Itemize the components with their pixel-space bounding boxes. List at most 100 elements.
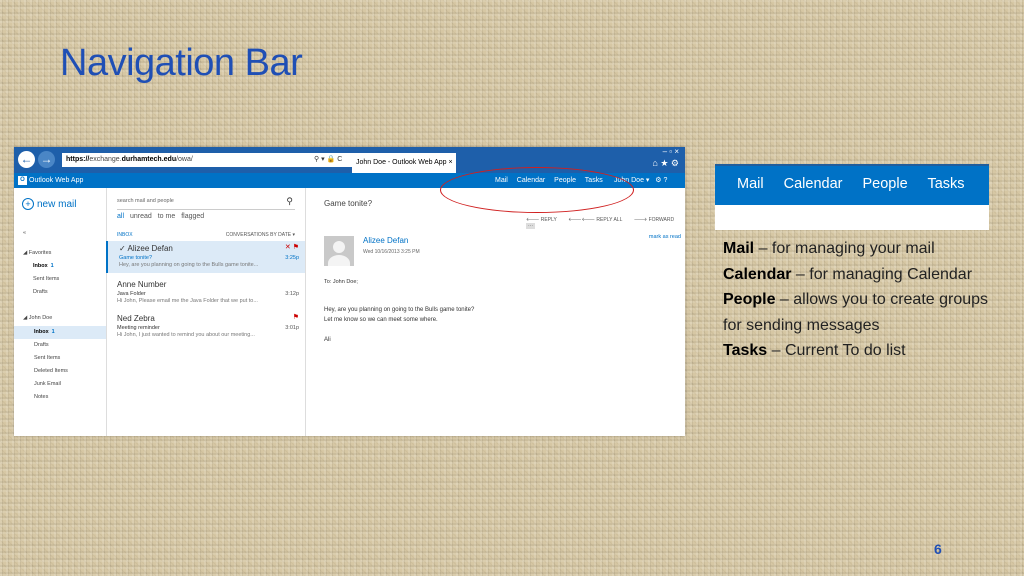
term: Tasks [723,342,768,359]
folder-inbox-favorite[interactable]: Inbox 1 [33,263,54,269]
folder-drafts[interactable]: Drafts [34,342,49,348]
folder-sent-favorite[interactable]: Sent Items [33,276,59,282]
folder-inbox[interactable]: Inbox 1 [14,326,106,339]
definition: – for managing your mail [754,240,935,257]
folder-notes[interactable]: Notes [34,394,48,400]
message-sender: Anne Number [117,280,167,289]
description-calendar: Calendar – for managing Calendar [723,262,991,288]
page-number: 6 [934,541,942,557]
folder-pane: + new mail « ◢ Favorites Inbox 1 Sent Item… [14,188,107,436]
term: People [723,291,776,308]
nav-people[interactable]: People [863,176,908,192]
search-icon[interactable]: ⚲ [286,196,293,207]
close-icon[interactable]: × [449,159,453,166]
forward-button[interactable]: → [38,151,55,168]
message-item[interactable]: ✓ Alizee Defan ✕ ⚑ Game tonite? 3:25p He… [106,241,305,273]
unread-count: 1 [50,263,54,269]
forward-button[interactable]: 🡒 FORWARD [634,217,674,223]
plus-icon: + [22,198,34,210]
app-name: Outlook Web App [29,177,84,184]
folder-label: Inbox [34,329,49,335]
message-subject: Game tonite? [119,255,153,261]
message-body-line: Ali [324,337,331,343]
nav-mail[interactable]: Mail [737,176,764,192]
owa-screenshot: ← → https://exchange.durhamtech.edu/owa/… [14,147,685,436]
message-subject: Meeting reminder [117,325,160,331]
sort-dropdown[interactable]: CONVERSATIONS BY DATE ▾ [226,232,295,238]
mark-as-read-link[interactable]: mark as read [649,234,681,240]
description-tasks: Tasks – Current To do list [723,338,991,364]
flag-icon[interactable]: ⚑ [293,313,299,321]
folder-deleted-items[interactable]: Deleted Items [34,368,68,374]
url-prefix: https:// [66,156,90,163]
filter-flagged[interactable]: flagged [181,213,204,220]
search-input[interactable]: search mail and people ⚲ [117,196,295,210]
message-item[interactable]: Ned Zebra ⚑ Meeting reminder 3:01p Hi Jo… [106,311,305,343]
folder-name: INBOX [117,232,133,238]
reading-date: Wed 10/16/2013 3:25 PM [363,249,420,255]
nav-descriptions: Mail – for managing your mail Calendar –… [723,236,991,364]
search-placeholder: search mail and people [117,198,174,204]
reply-all-button[interactable]: 🡐🡐 REPLY ALL [568,217,622,223]
message-actions: 🡐 REPLY 🡐🡐 REPLY ALL 🡒 FORWARD ··· [526,217,685,229]
nav-bar-border [715,164,989,166]
search-icon[interactable]: ⚲ ▾ 🔒 C [314,153,342,167]
filter-all[interactable]: all [117,213,124,220]
tab-title: John Doe - Outlook Web App [356,159,447,166]
message-subject: Java Folder [117,291,146,297]
outlook-icon: O [18,175,27,185]
reading-subject: Game tonite? [324,199,373,208]
definition: – Current To do list [767,342,906,359]
nav-items: Mail Calendar People Tasks [737,176,981,192]
toolbar-icons[interactable]: ⌂ ★ ⚙ [652,158,679,169]
message-time: 3:01p [285,325,299,331]
nav-calendar[interactable]: Calendar [784,176,843,192]
message-preview: Hey, are you planning on going to the Bu… [119,262,259,268]
delete-flag-icons[interactable]: ✕ ⚑ [285,243,299,251]
folder-drafts-favorite[interactable]: Drafts [33,289,48,295]
message-preview: Hi John, Please email me the Java Folder… [117,298,258,304]
description-mail: Mail – for managing your mail [723,236,991,262]
window-controls[interactable]: – ▫ × [663,147,679,156]
favorites-header[interactable]: ◢ Favorites [23,250,51,256]
account-header[interactable]: ◢ John Doe [23,315,52,321]
url-path: /owa/ [176,156,193,163]
slide-title: Navigation Bar [60,42,303,84]
message-sender: ✓ Alizee Defan [119,244,173,253]
gear-icon[interactable]: ⚙ ? [655,177,667,184]
list-header: INBOX CONVERSATIONS BY DATE ▾ [117,232,295,238]
message-time: 3:12p [285,291,299,297]
definition: – for managing Calendar [791,265,973,283]
reading-recipients: To: John Doe; [324,279,358,285]
message-time: 3:25p [285,255,299,261]
back-button[interactable]: ← [18,151,35,168]
folder-sent-items[interactable]: Sent Items [34,355,60,361]
more-icon[interactable]: ··· [526,223,535,229]
message-sender: Ned Zebra [117,314,155,323]
new-mail-button[interactable]: + new mail [22,198,76,210]
term: Mail [723,240,755,257]
nav-tasks[interactable]: Tasks [927,176,964,192]
folder-junk-email[interactable]: Junk Email [34,381,61,387]
avatar [324,236,354,266]
unread-count: 1 [51,329,55,335]
message-body-line: Hey, are you planning on going to the Bu… [324,307,475,313]
filter-to-me[interactable]: to me [158,213,176,220]
message-filters: all unread to me flagged [117,213,208,220]
reading-pane: Game tonite? 🡐 REPLY 🡐🡐 REPLY ALL 🡒 FORW… [306,188,685,436]
description-people: People – allows you to create groups for… [723,287,991,338]
new-mail-label: new mail [37,199,77,210]
reading-sender[interactable]: Alizee Defan [363,236,408,245]
navigation-bar-closeup: Mail Calendar People Tasks [715,164,989,230]
owa-logo: O Outlook Web App [18,173,83,188]
message-preview: Hi John, I just wanted to remind you abo… [117,332,255,338]
message-item[interactable]: Anne Number Java Folder 3:12p Hi John, P… [106,277,305,309]
browser-tab[interactable]: John Doe - Outlook Web App × [352,153,456,173]
url-subdomain: exchange. [89,156,122,163]
term: Calendar [723,265,792,283]
address-bar[interactable]: https://exchange.durhamtech.edu/owa/ [62,153,352,167]
collapse-icon[interactable]: « [23,230,26,236]
url-domain: durhamtech.edu [121,156,177,163]
filter-unread[interactable]: unread [130,213,152,220]
folder-label: Inbox [33,263,48,269]
